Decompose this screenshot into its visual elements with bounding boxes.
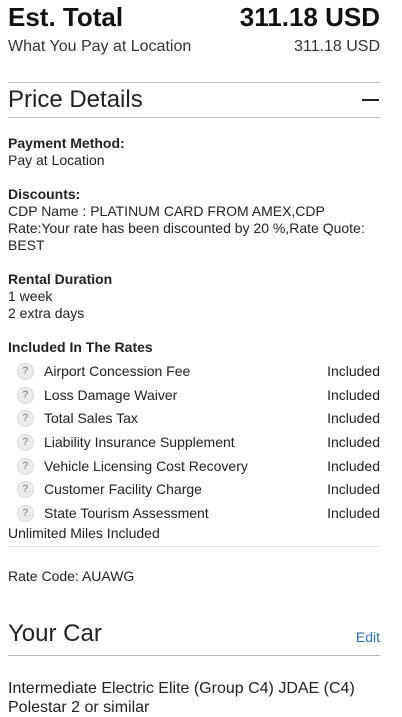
included-rates-list: ? Airport Concession Fee Included ? Loss… [8, 360, 380, 525]
rate-item-status: Included [327, 481, 380, 498]
estimated-total-row: Est. Total 311.18 USD [8, 2, 380, 32]
pay-at-location-label: What You Pay at Location [8, 38, 192, 55]
rate-item-status: Included [327, 410, 380, 427]
rate-item-name: State Tourism Assessment [44, 504, 209, 521]
estimated-total-label: Est. Total [8, 2, 124, 32]
question-icon[interactable]: ? [17, 434, 34, 452]
discounts-label: Discounts: [8, 186, 81, 202]
price-details-header[interactable]: Price Details [8, 82, 380, 118]
estimated-total-value: 311.18 USD [239, 2, 380, 32]
rate-item-name: Loss Damage Waiver [44, 386, 178, 403]
rental-duration-block: Rental Duration 1 week 2 extra days [8, 271, 380, 322]
rate-item-name: Vehicle Licensing Cost Recovery [44, 457, 248, 474]
edit-car-link[interactable]: Edit [356, 629, 380, 645]
price-details-title: Price Details [8, 86, 143, 113]
included-rate-row: ? Loss Damage Waiver Included [8, 384, 380, 408]
discounts-value: CDP Name : PLATINUM CARD FROM AMEX,CDP R… [8, 203, 365, 253]
rental-duration-line: 1 week [8, 288, 53, 304]
rate-code-text: Rate Code: AUAWG [8, 568, 135, 585]
rate-item-name: Liability Insurance Supplement [44, 434, 235, 451]
rental-duration-label: Rental Duration [8, 271, 113, 287]
pay-at-location-row: What You Pay at Location 311.18 USD [8, 38, 380, 56]
question-icon[interactable]: ? [17, 363, 34, 381]
minus-icon[interactable] [362, 99, 379, 101]
discounts-block: Discounts: CDP Name : PLATINUM CARD FROM… [8, 186, 380, 254]
included-rates-label: Included In The Rates [8, 339, 153, 355]
pay-at-location-value: 311.18 USD [294, 38, 380, 55]
included-rate-row: ? Airport Concession Fee Included [8, 360, 380, 384]
rate-item-name: Airport Concession Fee [44, 363, 191, 380]
included-rates-block: Included In The Rates ? Airport Concessi… [8, 339, 380, 525]
unlimited-miles-text: Unlimited Miles Included [8, 525, 380, 548]
your-car-title: Your Car [8, 620, 102, 648]
rate-item-status: Included [327, 363, 380, 380]
included-rate-row: ? Total Sales Tax Included [8, 407, 380, 431]
included-rate-row: ? Vehicle Licensing Cost Recovery Includ… [8, 454, 380, 478]
included-rate-row: ? Customer Facility Charge Included [8, 478, 380, 502]
rate-item-name: Customer Facility Charge [44, 481, 202, 498]
payment-method-label: Payment Method: [8, 135, 125, 151]
payment-method-value: Pay at Location [8, 152, 105, 168]
booking-summary: Est. Total 311.18 USD What You Pay at Lo… [8, 0, 380, 717]
question-icon[interactable]: ? [17, 481, 34, 499]
included-rate-row: ? Liability Insurance Supplement Include… [8, 431, 380, 455]
question-icon[interactable]: ? [17, 386, 34, 404]
rate-item-status: Included [327, 504, 380, 521]
rental-duration-line: 2 extra days [8, 305, 85, 321]
rate-item-status: Included [327, 457, 380, 474]
your-car-header: Your Car Edit [8, 613, 380, 657]
question-icon[interactable]: ? [17, 457, 34, 475]
payment-method-block: Payment Method: Pay at Location [8, 135, 380, 169]
question-icon[interactable]: ? [17, 504, 34, 522]
rate-item-name: Total Sales Tax [44, 410, 138, 427]
car-description: Intermediate Electric Elite (Group C4) J… [8, 680, 355, 717]
rate-item-status: Included [327, 386, 380, 403]
rate-item-status: Included [327, 434, 380, 451]
question-icon[interactable]: ? [17, 410, 34, 428]
included-rate-row: ? State Tourism Assessment Included [8, 502, 380, 526]
